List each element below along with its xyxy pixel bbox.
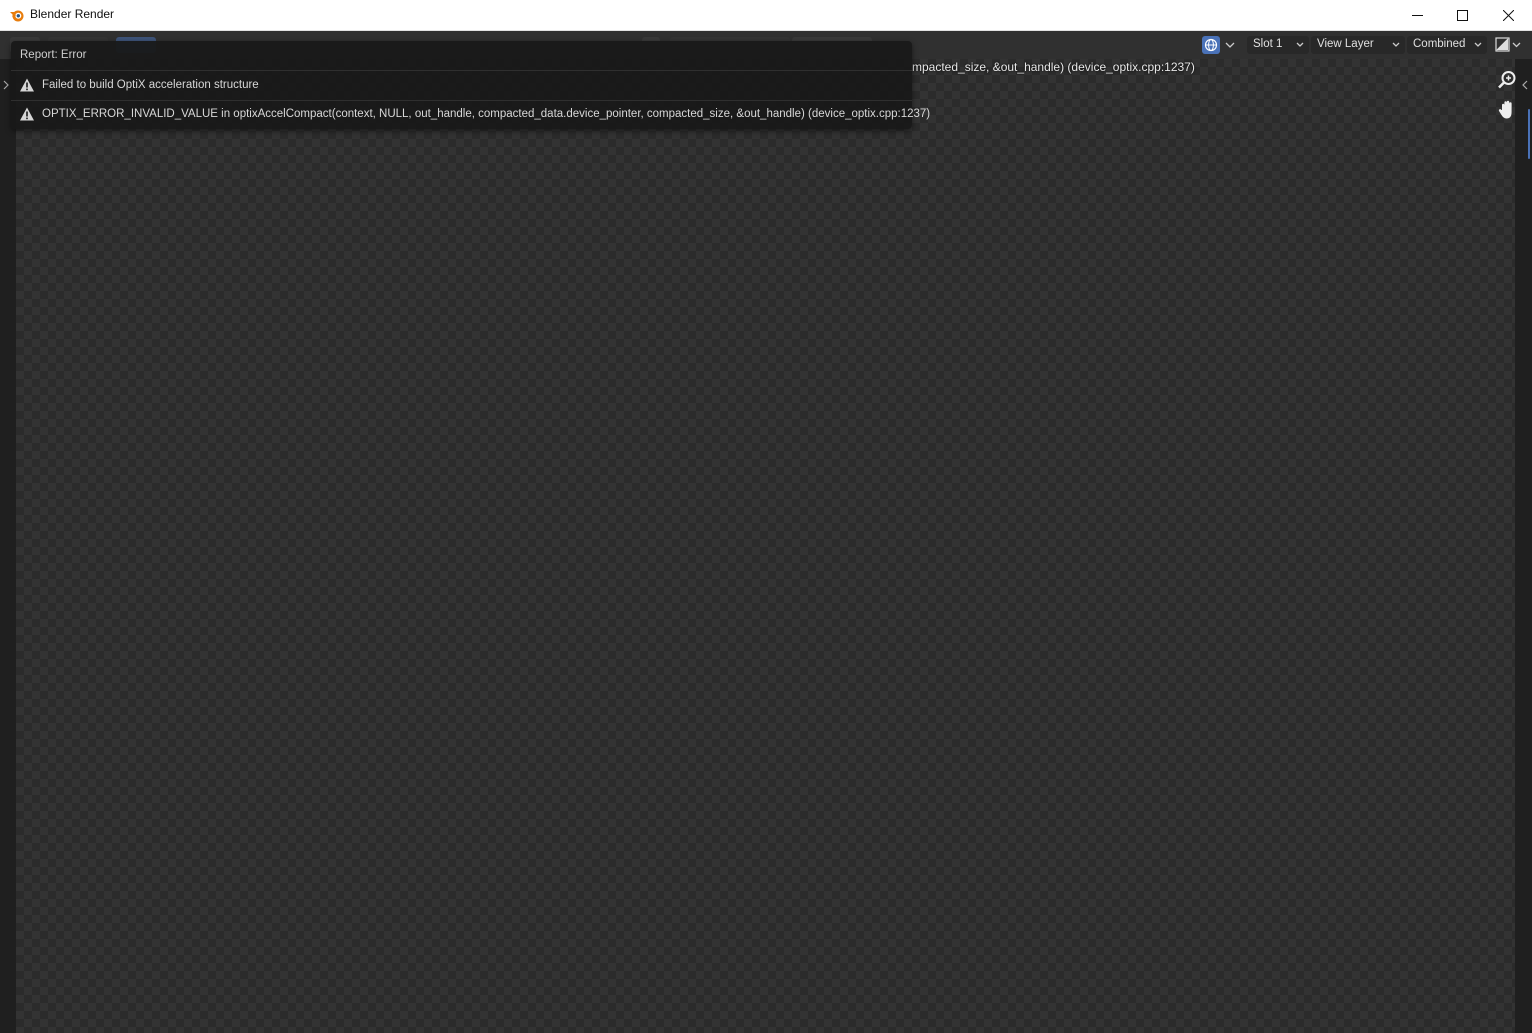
report-item-text: Failed to build OptiX acceleration struc… xyxy=(42,79,259,91)
pan-button[interactable] xyxy=(1496,99,1518,125)
close-button[interactable] xyxy=(1485,0,1531,30)
slot-label: Slot 1 xyxy=(1253,38,1283,50)
chevron-down-icon xyxy=(1474,42,1482,47)
image-editor: Slot 1 View Layer Combined mpacted_size,… xyxy=(0,31,1532,1033)
chevron-right-icon xyxy=(3,80,9,90)
zoom-icon xyxy=(1498,71,1516,89)
toolbar-expand-button[interactable] xyxy=(2,75,10,94)
report-item-text: OPTIX_ERROR_INVALID_VALUE in optixAccelC… xyxy=(42,108,931,120)
warning-icon xyxy=(20,78,34,92)
report-title: Report: Error xyxy=(20,49,87,61)
render-pass-dropdown[interactable]: Combined xyxy=(1407,36,1487,54)
toolbar-region xyxy=(0,59,16,1033)
report-item[interactable]: Failed to build OptiX acceleration struc… xyxy=(11,71,912,99)
minimize-icon xyxy=(1411,14,1423,16)
display-channels-dropdown[interactable] xyxy=(1222,36,1238,54)
chevron-down-icon xyxy=(1296,42,1304,47)
slot-dropdown[interactable]: Slot 1 xyxy=(1247,36,1309,54)
sidebar-region xyxy=(1515,59,1532,1033)
globe-icon xyxy=(1204,38,1218,52)
maximize-button[interactable] xyxy=(1439,0,1485,30)
display-channels-button[interactable] xyxy=(1202,36,1220,54)
blender-logo-icon xyxy=(9,7,25,23)
window-titlebar: Blender Render xyxy=(0,0,1532,31)
render-pass-label: Combined xyxy=(1413,38,1466,50)
scopes-toggle-button[interactable] xyxy=(1494,36,1524,54)
sidebar-edge-indicator xyxy=(1528,109,1530,159)
warning-icon xyxy=(20,107,34,121)
close-icon xyxy=(1502,9,1514,21)
view-layer-label: View Layer xyxy=(1317,38,1374,50)
sidebar-expand-button[interactable] xyxy=(1521,75,1529,94)
error-report-popup: Report: Error Failed to build OptiX acce… xyxy=(11,41,930,129)
maximize-icon xyxy=(1456,9,1468,21)
view-layer-dropdown[interactable]: View Layer xyxy=(1311,36,1405,54)
window-title: Blender Render xyxy=(30,7,115,21)
zoom-button[interactable] xyxy=(1496,69,1518,95)
image-display-icon xyxy=(1495,37,1521,52)
hand-icon xyxy=(1498,100,1512,119)
minimize-button[interactable] xyxy=(1394,0,1440,30)
render-status-text: mpacted_size, &out_handle) (device_optix… xyxy=(912,60,1195,74)
chevron-left-icon xyxy=(1522,80,1528,90)
report-item[interactable]: OPTIX_ERROR_INVALID_VALUE in optixAccelC… xyxy=(11,100,930,128)
chevron-down-icon xyxy=(1392,42,1400,47)
render-canvas[interactable] xyxy=(16,59,1515,1033)
chevron-down-icon xyxy=(1225,42,1235,48)
